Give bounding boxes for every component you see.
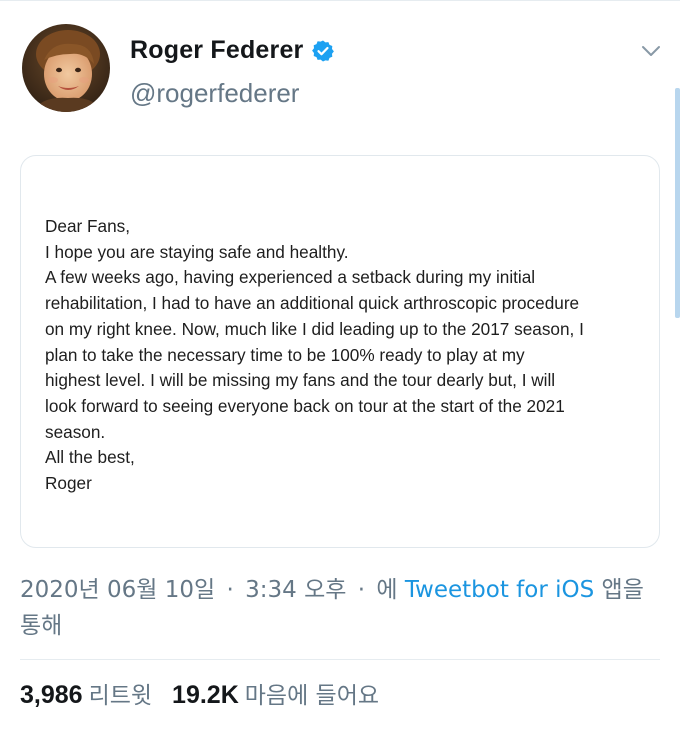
retweets-label: 리트윗	[88, 683, 153, 709]
letter-line: season.	[45, 421, 106, 442]
tweet-time[interactable]: 3:34 오후	[245, 577, 346, 603]
display-name[interactable]: Roger Federer	[130, 36, 304, 65]
tweet-date[interactable]: 2020년 06월 10일	[20, 577, 215, 603]
top-divider	[0, 0, 680, 4]
letter-line: I hope you are staying safe and healthy.	[45, 241, 349, 262]
chevron-down-icon[interactable]	[640, 40, 662, 62]
letter-line: All the best,	[45, 447, 135, 468]
letter-line: A few weeks ago, having experienced a se…	[45, 267, 536, 288]
likes-count: 19.2K	[172, 681, 239, 709]
retweets-count: 3,986	[20, 681, 83, 709]
separator-dot: ·	[226, 577, 234, 603]
retweets-stat[interactable]: 3,986 리트윗	[20, 676, 152, 710]
avatar[interactable]	[22, 24, 110, 112]
tweet-stats: 3,986 리트윗 19.2K 마음에 들어요	[20, 676, 379, 710]
divider	[20, 659, 660, 660]
source-link[interactable]: Tweetbot for iOS	[405, 577, 594, 603]
tweet-metadata: 2020년 06월 10일 · 3:34 오후 · 에 Tweetbot for…	[20, 572, 670, 644]
user-handle[interactable]: @rogerfederer	[130, 78, 299, 109]
letter-line: highest level. I will be missing my fans…	[45, 370, 556, 391]
tweet-header: Roger Federer @rogerfederer	[22, 22, 662, 122]
letter-line: plan to take the necessary time to be 10…	[45, 344, 525, 365]
name-row: Roger Federer	[130, 36, 335, 65]
verified-badge-icon	[311, 39, 335, 63]
letter-text: Dear Fans, I hope you are staying safe a…	[45, 214, 645, 497]
separator-dot: ·	[357, 577, 366, 603]
letter-line: Roger	[45, 473, 92, 494]
likes-label: 마음에 들어요	[244, 683, 380, 709]
letter-line: look forward to seeing everyone back on …	[45, 395, 565, 416]
letter-line: Dear Fans,	[45, 216, 131, 236]
letter-line: rehabilitation, I had to have an additio…	[45, 293, 580, 314]
letter-line: on my right knee. Now, much like I did l…	[45, 318, 584, 339]
source-prefix: 에	[376, 577, 398, 603]
likes-stat[interactable]: 19.2K 마음에 들어요	[172, 676, 379, 710]
letter-image-card[interactable]: Dear Fans, I hope you are staying safe a…	[20, 155, 660, 548]
scrollbar[interactable]	[675, 88, 680, 318]
